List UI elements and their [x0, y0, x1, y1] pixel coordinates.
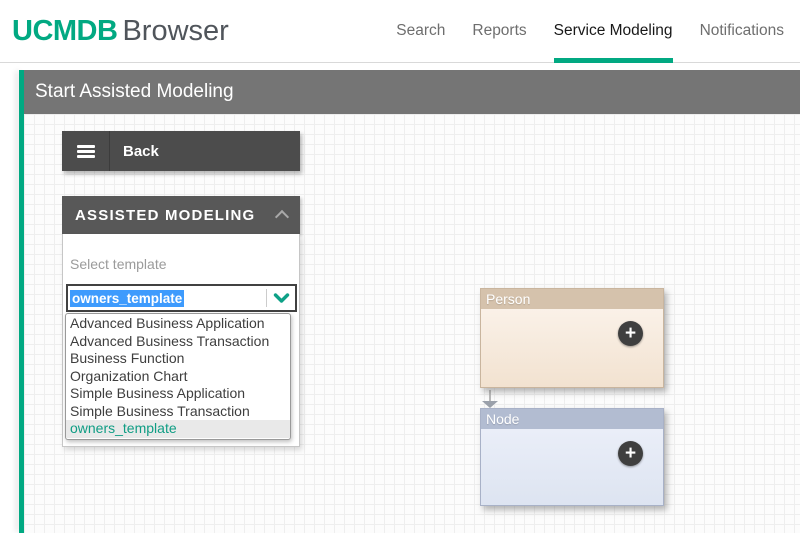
chevron-up-icon[interactable]	[274, 209, 290, 225]
connector-arrowhead-icon	[482, 401, 498, 408]
hamburger-icon	[76, 144, 95, 158]
ci-node-title: Person	[481, 289, 663, 309]
plus-icon: +	[624, 323, 637, 344]
app-logo: UCMDB Browser	[12, 15, 229, 48]
page-title-bar: Start Assisted Modeling	[24, 70, 800, 114]
panel-title: ASSISTED MODELING	[75, 206, 256, 224]
nav-item-notifications[interactable]: Notifications	[700, 0, 784, 62]
ci-node-body: +	[481, 309, 663, 387]
assisted-modeling-panel-body: Select template owners_template Advanced…	[62, 234, 300, 447]
add-related-ci-button[interactable]: +	[618, 441, 643, 466]
nav-item-label: Service Modeling	[553, 22, 673, 39]
back-button[interactable]: Back	[62, 131, 300, 171]
page-title: Start Assisted Modeling	[35, 81, 234, 102]
dropdown-option[interactable]: Simple Business Transaction	[66, 403, 290, 421]
main-nav: Search Reports Service Modeling Notifica…	[396, 0, 784, 63]
dropdown-option-selected[interactable]: owners_template	[66, 420, 290, 438]
logo-primary: UCMDB	[12, 14, 118, 47]
nav-item-label: Notifications	[699, 22, 784, 39]
nav-item-label: Reports	[472, 22, 527, 39]
dropdown-option[interactable]: Simple Business Application	[66, 385, 290, 403]
dropdown-option[interactable]: Advanced Business Transaction	[66, 333, 290, 351]
chevron-down-icon[interactable]	[267, 292, 295, 304]
ci-node-node[interactable]: Node +	[480, 408, 664, 506]
add-related-ci-button[interactable]: +	[618, 321, 643, 346]
ci-node-body: +	[481, 429, 663, 505]
ci-node-person[interactable]: Person +	[480, 288, 664, 388]
nav-item-label: Search	[396, 22, 446, 39]
dropdown-option[interactable]: Business Function	[66, 350, 290, 368]
logo-secondary: Browser	[122, 14, 229, 47]
relationship-connector-line	[489, 390, 491, 401]
nav-item-search[interactable]: Search	[396, 0, 445, 62]
template-combobox[interactable]: owners_template	[66, 284, 297, 312]
ucmdb-browser-window: UCMDB Browser Search Reports Service Mod…	[0, 0, 800, 533]
dropdown-option[interactable]: Advanced Business Application	[66, 315, 290, 333]
menu-toggle[interactable]	[62, 131, 110, 171]
top-header: UCMDB Browser Search Reports Service Mod…	[0, 0, 800, 63]
assisted-modeling-panel-header[interactable]: ASSISTED MODELING	[62, 196, 300, 234]
select-template-label: Select template	[70, 256, 167, 272]
ci-node-title: Node	[481, 409, 663, 429]
nav-item-reports[interactable]: Reports	[472, 0, 526, 62]
dropdown-option[interactable]: Organization Chart	[66, 368, 290, 386]
plus-icon: +	[624, 443, 637, 464]
back-button-label: Back	[123, 142, 159, 160]
nav-item-service-modeling[interactable]: Service Modeling	[553, 0, 673, 63]
template-combobox-value[interactable]: owners_template	[70, 289, 185, 307]
template-dropdown-list: Advanced Business Application Advanced B…	[65, 313, 291, 440]
